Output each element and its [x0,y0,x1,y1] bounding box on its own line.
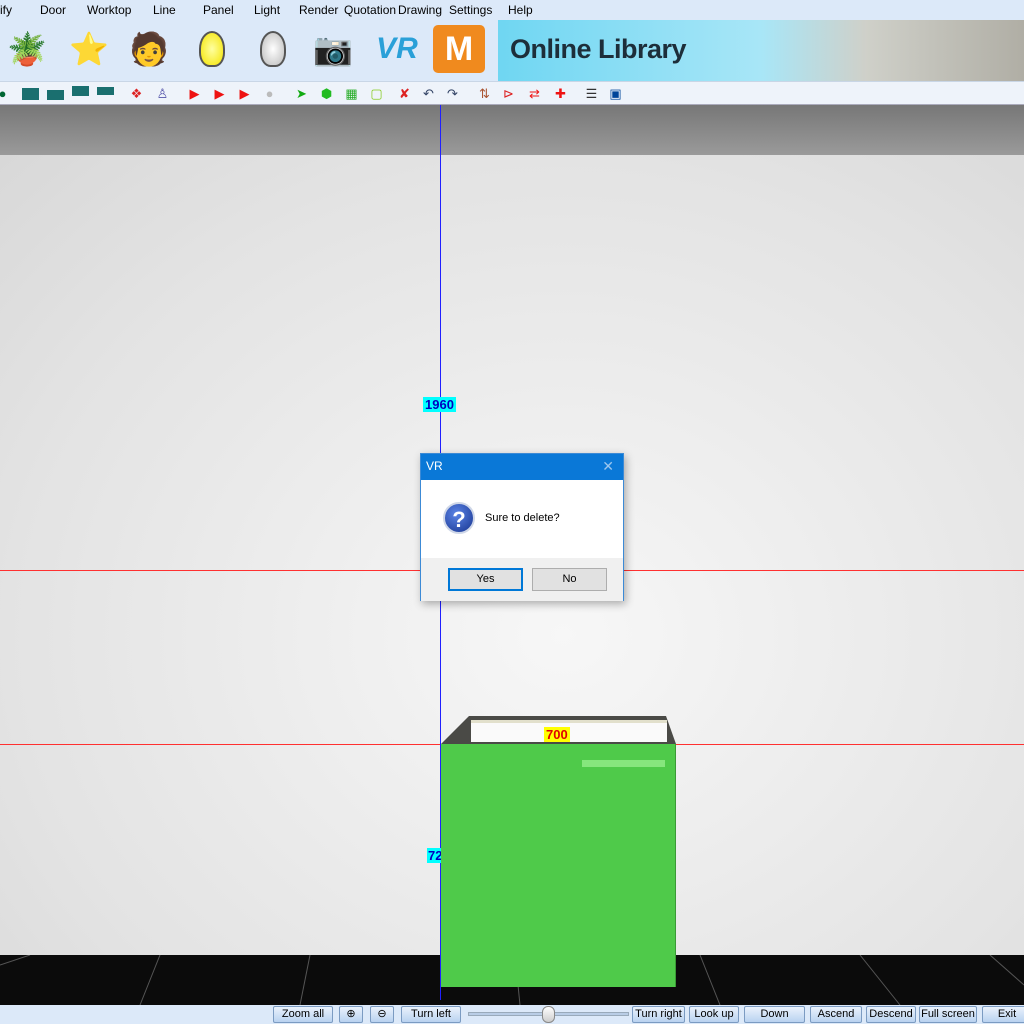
render-grid-icon[interactable]: ▶ [236,85,253,102]
menu-door[interactable]: Door [40,3,66,17]
menu-drawing[interactable]: Drawing [398,3,442,17]
align-icon[interactable]: ⇅ [476,85,493,102]
down-button[interactable]: Down [744,1006,805,1023]
undo-icon[interactable]: ↶ [420,85,437,102]
render-line-icon[interactable]: ▶ [211,85,228,102]
vr-icon[interactable]: VR [372,26,422,72]
notes-icon[interactable]: ☰ [583,85,600,102]
turn-left-button[interactable]: Turn left [401,1006,461,1023]
descend-button[interactable]: Descend [866,1006,916,1023]
sphere-icon[interactable]: ● [261,85,278,102]
window-icon[interactable]: ▣ [607,85,624,102]
menu-render[interactable]: Render [299,3,338,17]
mirror-icon[interactable]: ⊳ [500,85,517,102]
globe-icon[interactable]: ● [0,85,11,102]
menu-quotation[interactable]: Quotation [344,3,396,17]
cabinet-handle [582,760,665,767]
redo-icon[interactable]: ↷ [444,85,461,102]
cabinet-low-icon[interactable] [47,90,64,100]
close-icon[interactable]: ✕ [602,458,614,475]
dialog-title-bar: VR ✕ [421,454,623,480]
cabinet-height-dimension-label: 72 [427,848,441,863]
resize-icon[interactable]: ▢ [368,85,385,102]
confirm-dialog: VR ✕ ? Sure to delete? Yes No [420,453,624,601]
menu-modify[interactable]: ify [0,3,12,17]
height-dimension-label: 1960 [423,397,456,412]
rotation-slider[interactable] [466,1006,631,1023]
delete-select-icon[interactable]: ✘ [396,85,413,102]
slider-thumb[interactable] [542,1006,555,1023]
zoom-in-icon[interactable]: ⊕ [339,1006,363,1023]
menu-settings[interactable]: Settings [449,3,492,17]
menu-panel[interactable]: Panel [203,3,234,17]
cabinet-base-icon[interactable] [22,88,39,100]
photo-camera-icon[interactable]: 📷 [310,26,356,72]
select-arrow-icon[interactable]: ➤ [293,85,310,102]
width-dimension-label: 700 [544,727,570,742]
cube-icon[interactable]: ⬢ [318,85,335,102]
turn-right-button[interactable]: Turn right [632,1006,685,1023]
cabinet-door[interactable] [441,744,676,987]
star-wand-icon[interactable]: ⭐ [66,26,112,72]
light-bulb-off-icon[interactable] [250,26,296,72]
exit-button[interactable]: Exit [982,1006,1024,1023]
menu-worktop[interactable]: Worktop [87,3,131,17]
rotate-icon[interactable]: ⇄ [526,85,543,102]
menu-light[interactable]: Light [254,3,280,17]
no-button[interactable]: No [532,568,607,591]
zoom-out-icon[interactable]: ⊖ [370,1006,394,1023]
yes-button[interactable]: Yes [448,568,523,591]
light-bulb-on-icon[interactable] [189,26,235,72]
menu-bar: ify Door Worktop Line Panel Light Render… [0,0,1024,20]
lamp-icon[interactable]: ♙ [154,85,171,102]
flowerpot-icon[interactable]: 🪴 [4,26,50,72]
m-logo-icon[interactable]: M [433,25,485,73]
colors-icon[interactable]: ❖ [128,85,145,102]
ceiling [0,105,1024,155]
small-toolbar: ● ❖ ♙ ▶ ▶ ▶ ● ➤ ⬢ ▦ ▢ ✘ ↶ ↷ ⇅ ⊳ ⇄ ✚ ☰ ▣ [0,81,1024,105]
ascend-button[interactable]: Ascend [810,1006,862,1023]
material-person-icon[interactable]: 🧑 [126,26,172,72]
render-icon[interactable]: ▶ [186,85,203,102]
menu-line[interactable]: Line [153,3,176,17]
online-library-banner[interactable]: Online Library [498,20,1024,81]
full-screen-button[interactable]: Full screen [919,1006,977,1023]
cabinet-wall-icon[interactable] [72,86,89,96]
map-icon[interactable]: ▦ [343,85,360,102]
dialog-message: Sure to delete? [485,512,560,524]
move-icon[interactable]: ✚ [552,85,569,102]
question-icon: ? [443,502,475,534]
cabinet-top-icon[interactable] [97,87,114,95]
menu-help[interactable]: Help [508,3,533,17]
look-up-button[interactable]: Look up [689,1006,739,1023]
zoom-all-button[interactable]: Zoom all [273,1006,333,1023]
dialog-title: VR [426,459,443,473]
